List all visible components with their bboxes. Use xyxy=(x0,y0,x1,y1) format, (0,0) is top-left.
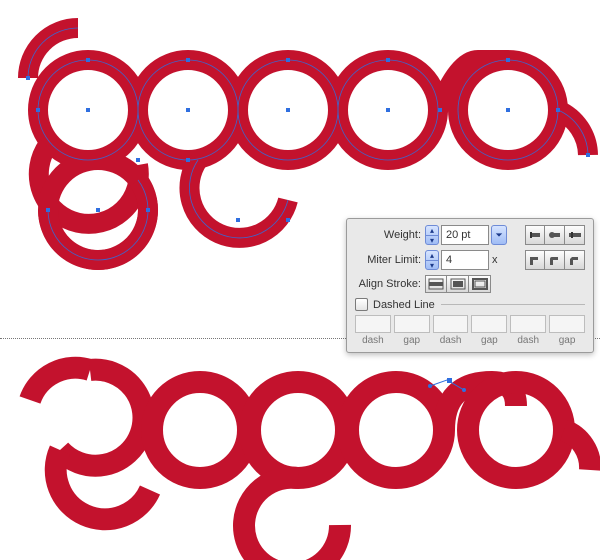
weight-stepper[interactable]: ▴ ▾ xyxy=(425,225,439,245)
gap-caption: gap xyxy=(471,335,507,346)
gap-caption: gap xyxy=(394,335,430,346)
miter-stepper[interactable]: ▴ ▾ xyxy=(425,250,439,270)
stepper-down-icon[interactable]: ▾ xyxy=(426,261,438,270)
dash-gap-grid: dash gap dash gap dash gap xyxy=(355,315,585,346)
dashed-line-checkbox[interactable] xyxy=(355,298,368,311)
stepper-up-icon[interactable]: ▴ xyxy=(426,226,438,236)
gap-input-3[interactable] xyxy=(549,315,585,333)
stepper-up-icon[interactable]: ▴ xyxy=(426,251,438,261)
gap-input-1[interactable] xyxy=(394,315,430,333)
dash-input-2[interactable] xyxy=(433,315,469,333)
gap-caption: gap xyxy=(549,335,585,346)
dash-caption: dash xyxy=(510,335,546,346)
align-stroke-buttons xyxy=(425,275,491,293)
align-center-button[interactable] xyxy=(425,275,447,293)
cap-butt-button[interactable] xyxy=(525,225,545,245)
stepper-down-icon[interactable]: ▾ xyxy=(426,236,438,245)
join-bevel-button[interactable] xyxy=(565,250,585,270)
dash-input-1[interactable] xyxy=(355,315,391,333)
weight-input[interactable]: 20 pt xyxy=(441,225,489,245)
weight-dropdown[interactable] xyxy=(491,225,507,245)
artwork-bottom xyxy=(0,340,600,560)
dash-input-3[interactable] xyxy=(510,315,546,333)
weight-label: Weight: xyxy=(355,229,421,241)
miter-x-label: x xyxy=(492,254,498,266)
chevron-down-icon xyxy=(495,231,503,239)
miter-input[interactable]: 4 xyxy=(441,250,489,270)
join-round-button[interactable] xyxy=(545,250,565,270)
align-outside-button[interactable] xyxy=(469,275,491,293)
join-miter-button[interactable] xyxy=(525,250,545,270)
align-stroke-label: Align Stroke: xyxy=(355,278,421,290)
miter-label: Miter Limit: xyxy=(355,254,421,266)
gap-input-2[interactable] xyxy=(471,315,507,333)
join-buttons xyxy=(525,250,585,270)
cap-projecting-button[interactable] xyxy=(565,225,585,245)
align-inside-button[interactable] xyxy=(447,275,469,293)
cap-buttons xyxy=(525,225,585,245)
dash-caption: dash xyxy=(355,335,391,346)
dashed-line-label: Dashed Line xyxy=(373,299,435,311)
cap-round-button[interactable] xyxy=(545,225,565,245)
divider-line xyxy=(441,304,585,305)
stroke-panel: Weight: ▴ ▾ 20 pt Miter Limit: ▴ ▾ 4 x xyxy=(346,218,594,353)
dash-caption: dash xyxy=(433,335,469,346)
